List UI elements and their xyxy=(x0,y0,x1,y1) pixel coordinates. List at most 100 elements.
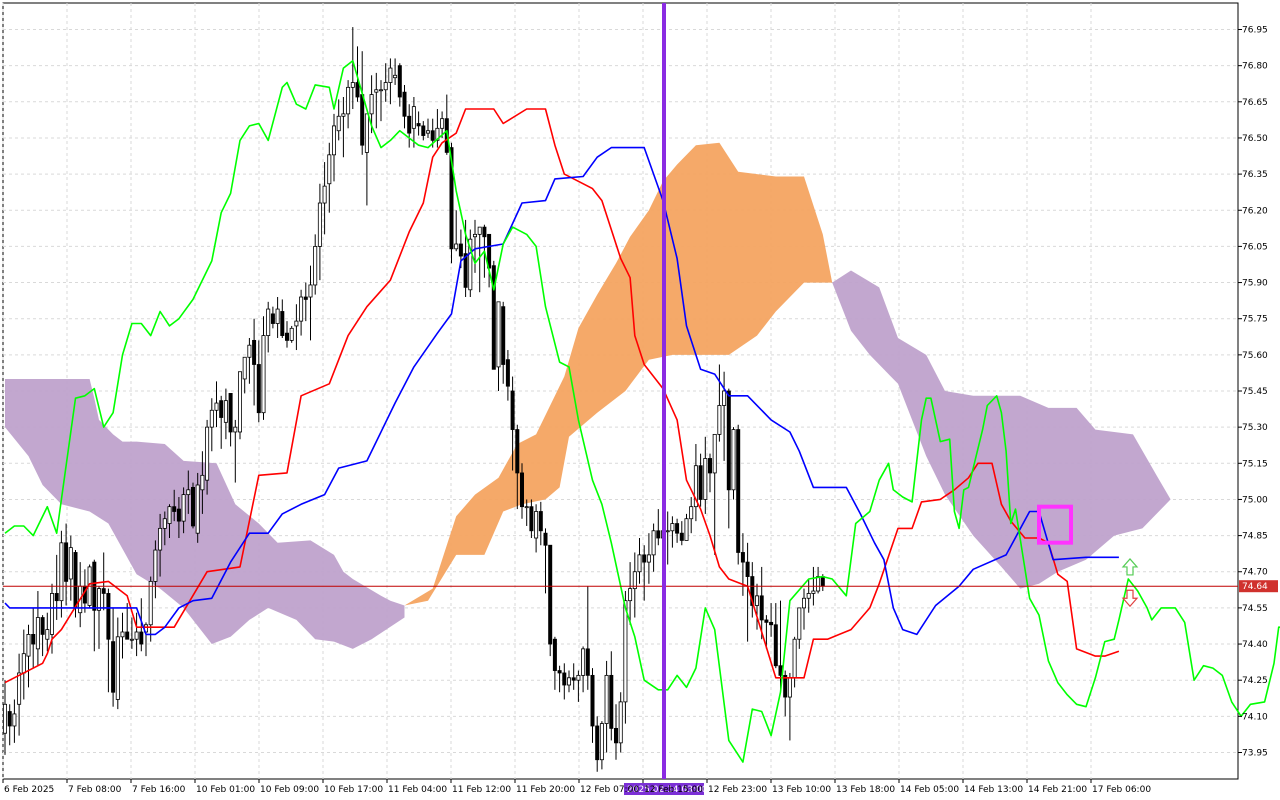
candle-bullish xyxy=(454,243,459,250)
candle-bullish xyxy=(313,246,318,286)
candle-bearish xyxy=(101,588,106,594)
candle-bullish xyxy=(393,74,398,79)
candle-bullish xyxy=(665,530,670,533)
candle-bearish xyxy=(111,641,116,693)
candle-bullish xyxy=(129,638,134,641)
candle-bullish xyxy=(411,106,416,129)
candle-bullish xyxy=(50,593,55,635)
candle-bearish xyxy=(402,91,407,117)
candle-bearish xyxy=(585,648,590,676)
time-tick-label: 17 Feb 06:00 xyxy=(1092,785,1151,795)
candle-bullish xyxy=(425,130,430,134)
candle-bullish xyxy=(755,595,760,606)
ichimoku-chart: 74.642025.02.14 03:00 76.9576.8076.6576.… xyxy=(2,2,1280,795)
candle-bullish xyxy=(670,523,675,532)
candle-bullish xyxy=(576,674,581,681)
candle-bullish xyxy=(181,494,186,522)
candle-bearish xyxy=(773,624,778,667)
candle-bearish xyxy=(698,465,703,500)
candle-bullish xyxy=(336,115,341,132)
price-tick-label: 76.05 xyxy=(1242,242,1268,252)
candle-bearish xyxy=(675,523,680,534)
time-tick-label: 13 Feb 10:00 xyxy=(772,785,831,795)
candle-bullish xyxy=(703,458,708,500)
candle-bullish xyxy=(209,409,214,428)
candle-bullish xyxy=(162,518,167,529)
candle-bullish xyxy=(223,400,228,423)
candle-bearish xyxy=(708,458,713,474)
candle-bullish xyxy=(364,113,369,153)
candle-bearish xyxy=(73,552,78,609)
candle-bullish xyxy=(534,511,539,539)
candle-bullish xyxy=(266,308,271,336)
candle-bullish xyxy=(242,356,247,380)
candle-bearish xyxy=(252,339,257,365)
price-tick-label: 75.15 xyxy=(1242,459,1268,469)
candle-bullish xyxy=(59,542,64,602)
candle-bullish xyxy=(731,429,736,491)
candle-bearish xyxy=(284,332,289,341)
price-tick-label: 74.70 xyxy=(1242,568,1268,578)
candle-bullish xyxy=(346,86,351,115)
candle-bullish xyxy=(153,549,158,582)
time-tick-label: 6 Feb 2025 xyxy=(4,785,54,795)
candle-bearish xyxy=(360,94,365,146)
current-price-label: 74.64 xyxy=(1242,582,1268,592)
candle-bullish xyxy=(599,723,604,761)
candle-bearish xyxy=(7,711,12,727)
candle-bullish xyxy=(120,631,125,638)
candle-bearish xyxy=(31,634,36,645)
candle-bearish xyxy=(764,619,769,623)
candle-bearish xyxy=(125,631,130,640)
candle-bearish xyxy=(590,674,595,727)
candle-bullish xyxy=(712,433,717,474)
price-tick-label: 76.80 xyxy=(1242,62,1268,72)
candle-bullish xyxy=(45,629,50,640)
candle-bearish xyxy=(609,674,614,729)
candle-bullish xyxy=(618,701,623,744)
candle-bullish xyxy=(581,648,586,676)
time-tick-label: 10 Feb 17:00 xyxy=(324,785,383,795)
candle-bearish xyxy=(543,532,548,546)
time-tick-label: 14 Feb 05:00 xyxy=(900,785,959,795)
candle-bullish xyxy=(623,600,628,703)
candle-bullish xyxy=(646,554,651,563)
candle-bullish xyxy=(806,593,811,599)
candle-bullish xyxy=(237,371,242,433)
candle-bullish xyxy=(689,506,694,520)
candle-bearish xyxy=(538,511,543,532)
candle-bullish xyxy=(167,506,172,524)
candle-bullish xyxy=(637,554,642,573)
candle-bearish xyxy=(642,554,647,563)
candle-bearish xyxy=(270,313,275,324)
price-tick-label: 76.50 xyxy=(1242,134,1268,144)
candle-bearish xyxy=(482,226,487,238)
candle-bullish xyxy=(294,320,299,327)
candle-bullish xyxy=(317,202,322,247)
time-tick-label: 14 Feb 13:00 xyxy=(964,785,1023,795)
candle-bearish xyxy=(656,530,661,539)
candle-bullish xyxy=(115,636,120,700)
candle-bearish xyxy=(190,486,195,527)
candle-bullish xyxy=(35,617,40,650)
price-tick-label: 75.90 xyxy=(1242,279,1268,289)
candle-bullish xyxy=(261,335,266,414)
price-tick-label: 74.55 xyxy=(1242,604,1268,614)
candle-bullish xyxy=(524,506,529,509)
price-tick-label: 74.85 xyxy=(1242,532,1268,542)
time-tick-label: 11 Feb 04:00 xyxy=(388,785,447,795)
price-tick-label: 76.20 xyxy=(1242,206,1268,216)
price-tick-label: 74.10 xyxy=(1242,712,1268,722)
candle-bearish xyxy=(256,364,261,414)
candle-bearish xyxy=(571,677,576,681)
candle-bearish xyxy=(505,359,510,387)
candle-bullish xyxy=(289,327,294,341)
candle-bearish xyxy=(557,670,562,674)
time-tick-label: 7 Feb 08:00 xyxy=(68,785,122,795)
candle-bullish xyxy=(717,405,722,435)
candle-bullish xyxy=(350,82,355,88)
candle-bullish xyxy=(275,308,280,324)
candle-bullish xyxy=(186,489,191,496)
time-tick-label: 14 Feb 21:00 xyxy=(1028,785,1087,795)
candle-bearish xyxy=(548,544,553,645)
